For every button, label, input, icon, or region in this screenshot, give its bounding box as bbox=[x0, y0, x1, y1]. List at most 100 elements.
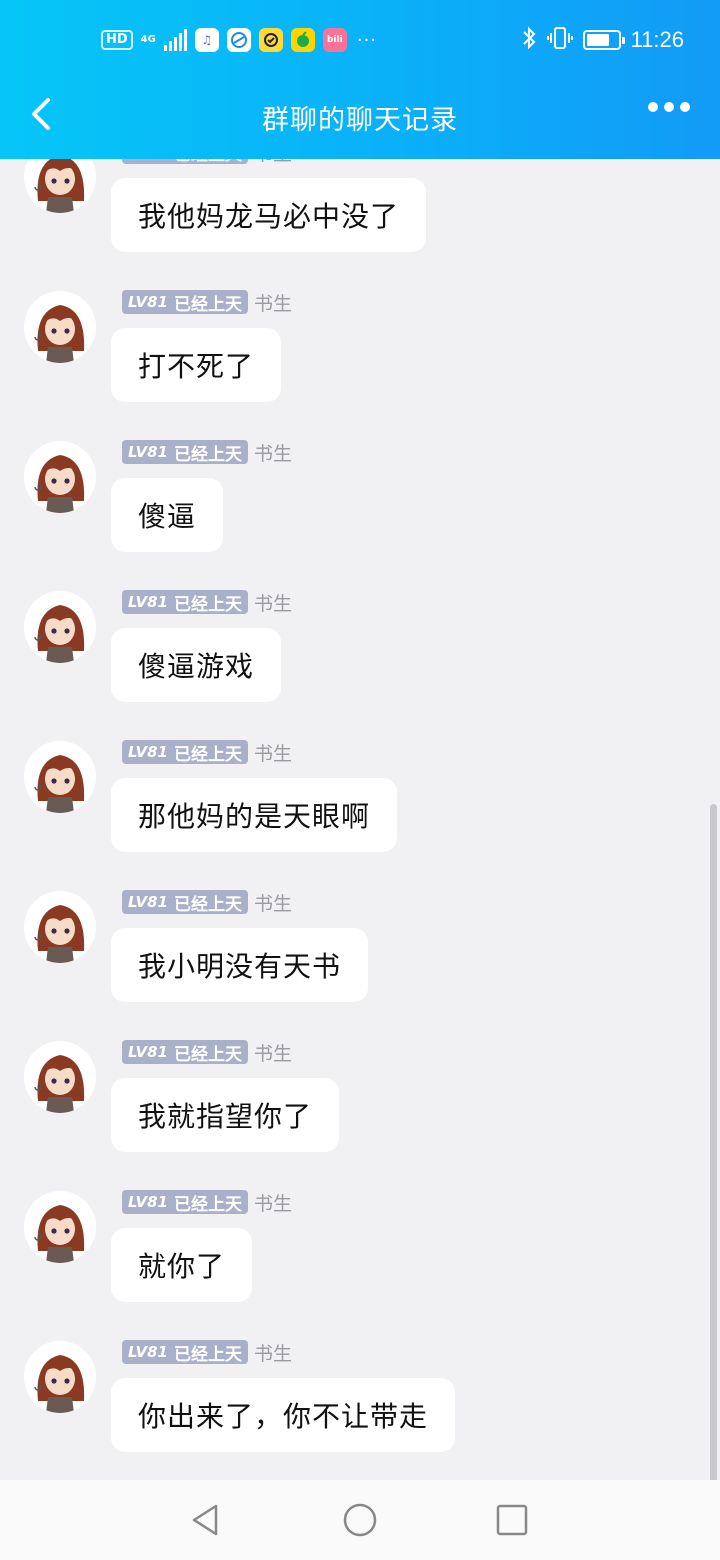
message-bubble[interactable]: 我就指望你了 bbox=[111, 1078, 340, 1152]
level-title: 已经上天 bbox=[173, 894, 242, 915]
level-badge: LV81 已经上天 bbox=[122, 1340, 248, 1365]
sender-meta: LV81 已经上天书生 bbox=[122, 739, 292, 765]
sender-meta: LV81 已经上天书生 bbox=[122, 589, 292, 615]
level-label: LV81 bbox=[128, 159, 168, 161]
sender-nickname[interactable]: 书生 bbox=[254, 589, 292, 616]
level-badge: LV81 已经上天 bbox=[122, 1190, 248, 1215]
level-title: 已经上天 bbox=[173, 1044, 242, 1065]
message-bubble[interactable]: 我他妈龙马必中没了 bbox=[111, 178, 427, 252]
nav-home-button[interactable] bbox=[342, 1502, 378, 1538]
sender-meta: LV81 已经上天书生 bbox=[122, 1039, 292, 1065]
level-label: LV81 bbox=[128, 1043, 168, 1061]
message-bubble[interactable]: 傻逼 bbox=[111, 478, 224, 552]
level-title: 已经上天 bbox=[173, 294, 242, 315]
scrollbar[interactable] bbox=[710, 804, 717, 1480]
message-bubble[interactable]: 就你了 bbox=[111, 1228, 253, 1302]
level-title: 已经上天 bbox=[173, 594, 242, 615]
level-badge: LV81 已经上天 bbox=[122, 590, 248, 615]
level-label: LV81 bbox=[128, 1193, 168, 1211]
square-recents-icon bbox=[496, 1504, 528, 1536]
sender-meta: LV81 已经上天书生 bbox=[122, 1339, 292, 1365]
level-title: 已经上天 bbox=[173, 444, 242, 465]
status-time: 11:26 bbox=[630, 27, 684, 52]
header-bar: HD 4G ♫ bili ··· 11:26 群聊的聊天记录 bbox=[0, 0, 720, 159]
avatar-image bbox=[24, 741, 96, 813]
sender-nickname[interactable]: 书生 bbox=[254, 439, 292, 466]
navigation-bar bbox=[0, 1480, 720, 1560]
sender-nickname[interactable]: 书生 bbox=[254, 289, 292, 316]
status-bar: HD 4G ♫ bili ··· 11:26 bbox=[0, 22, 720, 62]
message-bubble[interactable]: 你出来了，你不让带走 bbox=[111, 1378, 456, 1452]
triangle-back-icon bbox=[192, 1504, 218, 1536]
message-bubble[interactable]: 那他妈的是天眼啊 bbox=[111, 778, 398, 852]
network-type: 4G bbox=[140, 34, 156, 45]
level-badge: LV81 已经上天 bbox=[122, 1040, 248, 1065]
level-label: LV81 bbox=[128, 1343, 168, 1361]
sender-meta: LV81 已经上天书生 bbox=[122, 439, 292, 465]
browser-app-icon bbox=[226, 28, 251, 52]
avatar[interactable] bbox=[24, 1191, 96, 1263]
bilibili-icon: bili bbox=[322, 28, 347, 52]
status-left: HD 4G ♫ bili ··· bbox=[101, 28, 377, 52]
sender-meta: LV81 已经上天书生 bbox=[122, 289, 292, 315]
avatar-image bbox=[24, 891, 96, 963]
level-badge: LV81 已经上天 bbox=[122, 290, 248, 315]
sender-nickname[interactable]: 书生 bbox=[254, 889, 292, 916]
avatar[interactable] bbox=[24, 591, 96, 663]
avatar[interactable] bbox=[24, 741, 96, 813]
avatar[interactable] bbox=[24, 441, 96, 513]
level-label: LV81 bbox=[128, 293, 168, 311]
sender-nickname[interactable]: 书生 bbox=[254, 1189, 292, 1216]
avatar[interactable] bbox=[24, 1041, 96, 1113]
avatar[interactable] bbox=[24, 891, 96, 963]
sender-meta: LV81 已经上天 书生 bbox=[122, 159, 292, 165]
sender-nickname[interactable]: 书生 bbox=[254, 1039, 292, 1066]
signal-strength-icon bbox=[163, 29, 187, 51]
avatar[interactable] bbox=[24, 291, 96, 363]
title-bar: 群聊的聊天记录 bbox=[0, 80, 720, 150]
page-title: 群聊的聊天记录 bbox=[262, 105, 458, 136]
more-notifications-icon: ··· bbox=[356, 29, 378, 51]
level-label: LV81 bbox=[128, 593, 168, 611]
sender-meta: LV81 已经上天书生 bbox=[122, 889, 292, 915]
avatar-image bbox=[24, 591, 96, 663]
hd-indicator: HD bbox=[101, 30, 133, 50]
level-title: 已经上天 bbox=[173, 1344, 242, 1365]
avatar[interactable] bbox=[24, 159, 96, 213]
chat-history[interactable]: LV81已经上天书生我他妈龙马必中没了LV81已经上天书生打不死了LV81已经上… bbox=[0, 159, 720, 1480]
vibrate-icon bbox=[546, 26, 573, 54]
level-title: 已经上天 bbox=[174, 159, 242, 165]
status-right: 11:26 bbox=[521, 26, 684, 54]
battery-level bbox=[586, 34, 610, 46]
message-bubble[interactable]: 傻逼游戏 bbox=[111, 628, 282, 702]
more-dot-icon bbox=[648, 102, 658, 112]
nav-back-button[interactable] bbox=[188, 1502, 224, 1538]
circle-home-icon bbox=[343, 1503, 377, 1537]
battery-icon bbox=[582, 30, 625, 50]
message-bubble[interactable]: 我小明没有天书 bbox=[111, 928, 369, 1002]
more-options-button[interactable] bbox=[648, 102, 690, 112]
avatar-image bbox=[24, 291, 96, 363]
avatar-image bbox=[24, 441, 96, 513]
level-label: LV81 bbox=[128, 893, 168, 911]
sender-nickname[interactable]: 书生 bbox=[254, 1339, 292, 1366]
level-badge: LV81 已经上天 bbox=[122, 440, 248, 465]
sender-nickname[interactable]: 书生 bbox=[254, 739, 292, 766]
level-title: 已经上天 bbox=[173, 744, 242, 765]
sender-nickname[interactable]: 书生 bbox=[254, 159, 292, 166]
message-bubble[interactable]: 打不死了 bbox=[111, 328, 282, 402]
qq-music-icon bbox=[290, 28, 315, 52]
avatar-image bbox=[24, 1041, 96, 1113]
level-badge: LV81 已经上天 bbox=[122, 159, 248, 165]
avatar-image bbox=[24, 1341, 96, 1413]
avatar[interactable] bbox=[24, 1341, 96, 1413]
sender-meta: LV81已经上天书生 bbox=[122, 1189, 292, 1215]
level-label: LV81 bbox=[128, 443, 168, 461]
avatar-image bbox=[24, 159, 96, 213]
level-badge: LV81 已经上天 bbox=[122, 890, 248, 915]
level-badge: LV81 已经上天 bbox=[122, 740, 248, 765]
nav-recents-button[interactable] bbox=[494, 1502, 530, 1538]
music-app-icon: ♫ bbox=[194, 28, 219, 52]
avatar-image bbox=[24, 1191, 96, 1263]
level-label: LV81 bbox=[128, 743, 168, 761]
